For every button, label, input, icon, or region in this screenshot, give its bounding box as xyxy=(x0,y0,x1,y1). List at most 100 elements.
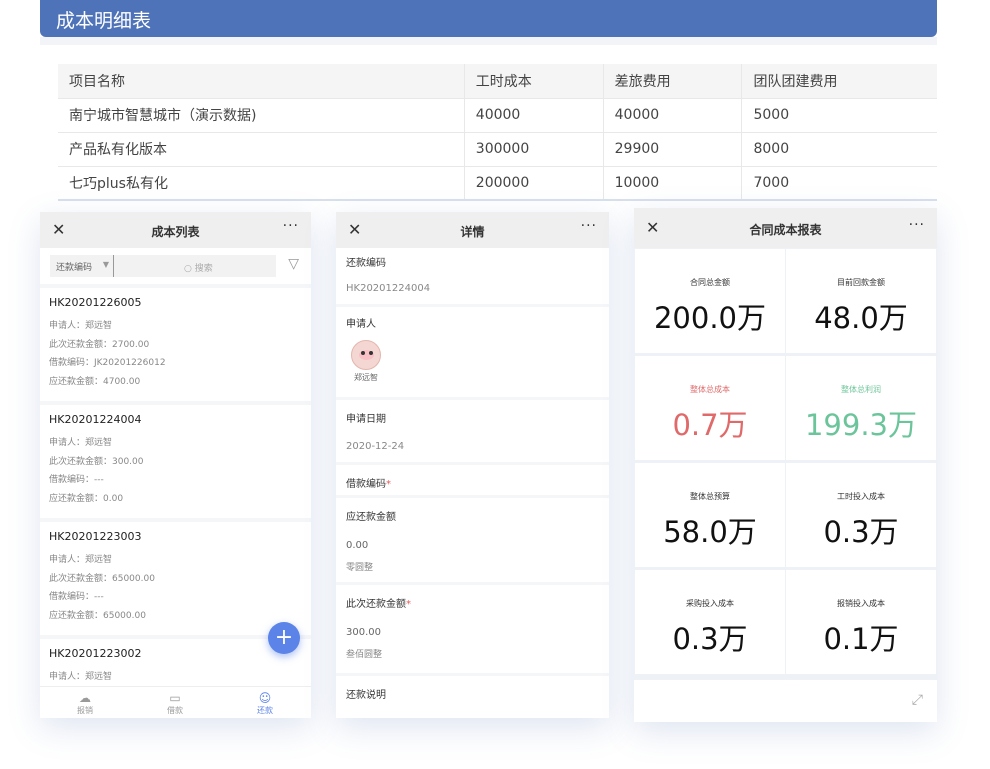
item-applicant: 申请人：郑远智 xyxy=(49,672,113,682)
table-cell: 南宁城市智慧城市（演示数据) xyxy=(58,98,465,133)
avatar xyxy=(351,340,381,370)
metric-value: 0.1万 xyxy=(823,622,899,656)
item-this-repay: 此次还款金额：300.00 xyxy=(49,456,144,467)
metric-card[interactable]: 整体总利润 199.3万 xyxy=(786,356,936,460)
metric-value: 0.7万 xyxy=(672,408,748,442)
item-loan-code: 借款编码：--- xyxy=(49,592,104,602)
field-label: 还款说明 xyxy=(346,690,386,701)
item-applicant: 申请人：郑远智 xyxy=(49,321,113,331)
filter-select-value: 还款编码 xyxy=(56,263,93,273)
this-repay-words: 叁佰圆整 xyxy=(346,650,383,660)
metric-card[interactable]: 报销投入成本 0.1万 xyxy=(786,570,936,674)
table-cell: 七巧plus私有化 xyxy=(58,166,465,201)
table-row[interactable]: 产品私有化版本 300000 29900 8000 xyxy=(58,132,937,167)
search-icon: ○ xyxy=(184,264,192,274)
person-icon: ☺ xyxy=(258,691,272,705)
note-section[interactable]: 还款说明 xyxy=(336,676,609,718)
item-loan-code: 借款编码：--- xyxy=(49,475,104,485)
field-label: 申请人 xyxy=(346,319,376,330)
metric-card[interactable]: 合同总金额 200.0万 xyxy=(635,249,785,353)
column-header: 工时成本 xyxy=(463,64,604,99)
metric-label: 目前回款金额 xyxy=(837,278,885,287)
due-value: 0.00 xyxy=(346,540,369,551)
expand-icon[interactable]: ⤢ xyxy=(912,692,923,708)
column-header: 团队团建费用 xyxy=(741,64,937,99)
list-item[interactable]: HK20201223003 申请人：郑远智 此次还款金额：65000.00 借款… xyxy=(40,522,311,635)
filter-icon[interactable]: ▽ xyxy=(288,256,299,272)
add-button[interactable]: + xyxy=(268,622,300,654)
more-icon[interactable]: ··· xyxy=(909,217,925,233)
metric-label: 采购投入成本 xyxy=(686,599,734,608)
applicant[interactable]: 郑远智 xyxy=(346,340,386,383)
metric-label: 合同总金额 xyxy=(690,278,730,287)
item-applicant: 申请人：郑远智 xyxy=(49,555,113,565)
more-icon[interactable]: ··· xyxy=(283,218,299,234)
applicant-name: 郑远智 xyxy=(354,373,378,382)
metric-label: 整体总利润 xyxy=(841,385,881,394)
report-footer: ⤢ xyxy=(634,680,937,722)
this-repay-value: 300.00 xyxy=(346,627,381,638)
item-loan-code: 借款编码：JK20201226012 xyxy=(49,358,166,368)
field-label: 还款编码 xyxy=(346,258,386,269)
metric-card[interactable]: 整体总预算 58.0万 xyxy=(635,463,785,567)
bottom-tab-bar: ☁ 报销 ▭ 借款 ☺ 还款 xyxy=(40,686,311,718)
table-cell: 7000 xyxy=(741,166,937,201)
metric-value: 48.0万 xyxy=(814,301,908,335)
cost-detail-table: 项目名称 工时成本 差旅费用 团队团建费用 南宁城市智慧城市（演示数据) 400… xyxy=(58,64,937,201)
metric-card[interactable]: 目前回款金额 48.0万 xyxy=(786,249,936,353)
tab-repay[interactable]: ☺ 还款 xyxy=(235,691,295,716)
item-applicant: 申请人：郑远智 xyxy=(49,438,113,448)
list-item[interactable]: HK20201224004 申请人：郑远智 此次还款金额：300.00 借款编码… xyxy=(40,405,311,518)
field-label: 借款编码 xyxy=(346,479,386,490)
chevron-down-icon: ▼ xyxy=(102,260,109,269)
metric-card[interactable]: 工时投入成本 0.3万 xyxy=(786,463,936,567)
table-cell: 10000 xyxy=(602,166,742,201)
item-code: HK20201223002 xyxy=(49,647,142,660)
required-mark: * xyxy=(406,599,411,610)
repay-code-section: 还款编码 HK20201224004 xyxy=(336,248,609,304)
table-cell: 产品私有化版本 xyxy=(58,132,465,167)
item-due: 应还款金额：4700.00 xyxy=(49,376,141,387)
metric-value: 0.3万 xyxy=(672,622,748,656)
item-due: 应还款金额：65000.00 xyxy=(49,610,146,621)
list-item[interactable]: HK20201226005 申请人：郑远智 此次还款金额：2700.00 借款编… xyxy=(40,288,311,401)
metric-value: 200.0万 xyxy=(653,301,767,335)
due-section: 应还款金额 0.00 零圆整 xyxy=(336,498,609,582)
column-header: 项目名称 xyxy=(58,64,465,99)
table-row[interactable]: 南宁城市智慧城市（演示数据) 40000 40000 5000 xyxy=(58,98,937,133)
item-code: HK20201223003 xyxy=(49,530,142,543)
filter-select[interactable]: 还款编码 ▼ xyxy=(50,255,113,277)
metric-card[interactable]: 整体总成本 0.7万 xyxy=(635,356,785,460)
loan-code-section[interactable]: 借款编码* xyxy=(336,465,609,495)
table-cell: 29900 xyxy=(602,132,742,167)
table-cell: 200000 xyxy=(463,166,604,201)
tab-loan[interactable]: ▭ 借款 xyxy=(145,691,205,716)
table-cell: 8000 xyxy=(741,132,937,167)
panel-title: 详情 xyxy=(460,225,485,239)
table-cell: 40000 xyxy=(463,98,604,133)
table-row[interactable]: 七巧plus私有化 200000 10000 7000 xyxy=(58,166,937,201)
due-words: 零圆整 xyxy=(346,563,374,573)
header-divider xyxy=(40,37,937,45)
table-cell: 300000 xyxy=(463,132,604,167)
detail-panel: ✕ 详情 ··· 还款编码 HK20201224004 申请人 郑远智 申请日期… xyxy=(336,212,609,718)
field-label: 申请日期 xyxy=(346,414,386,425)
search-bar: 还款编码 ▼ ○ 搜索 ▽ xyxy=(40,248,311,284)
item-this-repay: 此次还款金额：65000.00 xyxy=(49,573,155,584)
report-panel: ✕ 合同成本报表 ··· 合同总金额 200.0万 目前回款金额 48.0万 整… xyxy=(634,208,937,722)
panel-title: 合同成本报表 xyxy=(749,223,822,237)
item-due: 应还款金额：0.00 xyxy=(49,493,124,504)
column-header: 差旅费用 xyxy=(602,64,742,99)
field-label: 此次还款金额 xyxy=(346,599,406,610)
search-input[interactable]: ○ 搜索 xyxy=(113,255,276,277)
cost-list-panel: ✕ 成本列表 ··· 还款编码 ▼ ○ 搜索 ▽ HK20201226005 申… xyxy=(40,212,311,718)
more-icon[interactable]: ··· xyxy=(581,218,597,234)
page-title: 成本明细表 xyxy=(56,10,152,32)
metric-card[interactable]: 采购投入成本 0.3万 xyxy=(635,570,785,674)
panel-header: ✕ 合同成本报表 ··· xyxy=(634,208,937,248)
tab-reimburse[interactable]: ☁ 报销 xyxy=(55,691,115,716)
metric-value: 199.3万 xyxy=(804,408,918,442)
date-value: 2020-12-24 xyxy=(346,441,405,452)
ticket-icon: ▭ xyxy=(169,691,181,705)
page-header: 成本明细表 xyxy=(40,0,937,37)
